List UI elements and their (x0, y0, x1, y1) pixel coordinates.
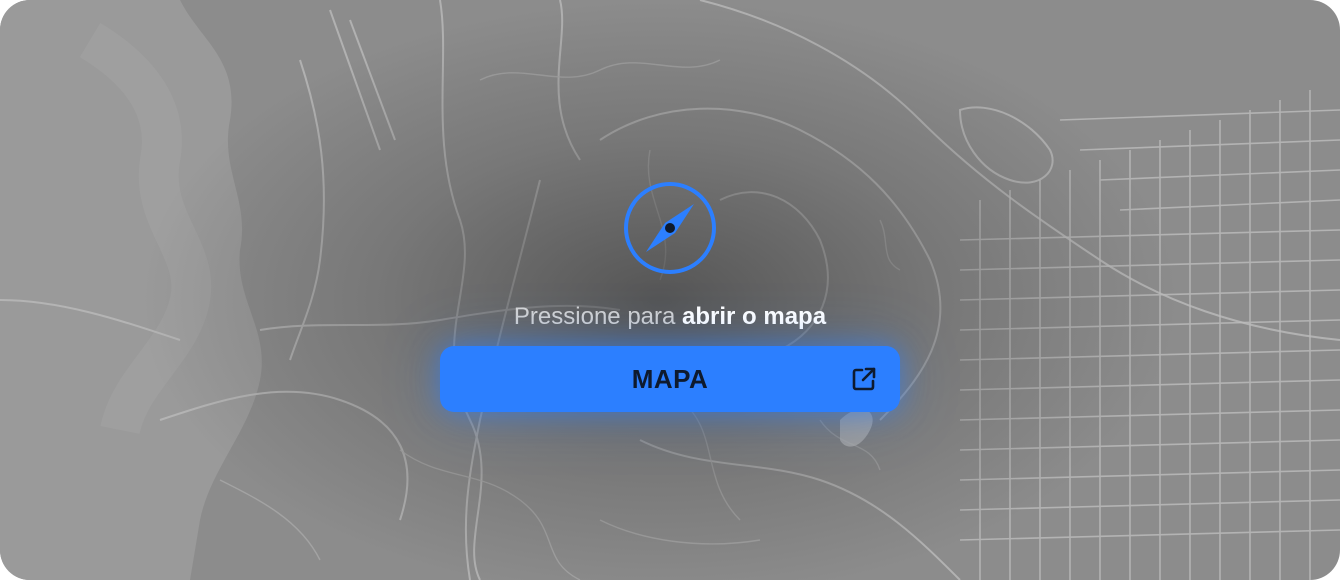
open-map-button[interactable]: MAPA (440, 346, 900, 412)
open-map-button-label: MAPA (631, 364, 709, 394)
compass-icon (624, 182, 716, 274)
map-vignette (0, 0, 1340, 580)
prompt-action: abrir o mapa (682, 303, 827, 330)
open-map-prompt: Pressione para abrir o mapa (340, 300, 1000, 334)
external-link-icon (852, 367, 876, 391)
map-card: Pressione para abrir o mapa MAPA (0, 0, 1340, 580)
prompt-prefix: Pressione para (513, 303, 683, 330)
